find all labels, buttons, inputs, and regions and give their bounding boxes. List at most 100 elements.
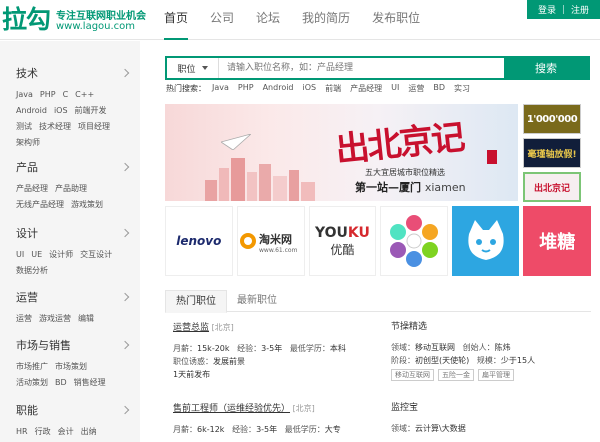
category-link[interactable]: 销售经理 bbox=[74, 375, 106, 391]
category-link[interactable]: 设计师 bbox=[49, 247, 73, 263]
company-logo-duitang[interactable]: 堆糖 bbox=[523, 206, 592, 276]
category-link[interactable]: 市场推广 bbox=[16, 359, 48, 375]
category-link[interactable]: 产品助理 bbox=[55, 181, 87, 197]
category-title[interactable]: 产品 bbox=[16, 161, 130, 175]
hot-search-link[interactable]: UI bbox=[391, 83, 399, 94]
category-link[interactable]: 活动策划 bbox=[16, 375, 48, 391]
category-link[interactable]: 行政 bbox=[35, 424, 51, 440]
category-link[interactable]: 游戏运营 bbox=[39, 311, 71, 327]
category-link[interactable]: 产品经理 bbox=[16, 181, 48, 197]
category-title[interactable]: 运营 bbox=[16, 291, 130, 305]
company-field: 移动互联网 bbox=[415, 343, 455, 352]
company-tag: 五险一金 bbox=[438, 369, 474, 381]
category-link[interactable]: iOS bbox=[54, 103, 68, 119]
tab-latest-jobs[interactable]: 最新职位 bbox=[227, 290, 287, 312]
company-logo-lenovo[interactable]: lenovo bbox=[165, 206, 233, 276]
category-link[interactable]: 出纳 bbox=[81, 424, 97, 440]
youku-wordmark: YOUKU bbox=[315, 225, 370, 241]
job-title-link[interactable]: 售前工程师（运维经验优先） bbox=[173, 404, 290, 414]
auth-separator: | bbox=[561, 4, 566, 15]
taomi-name: 淘米网 bbox=[259, 232, 292, 246]
banner-thumb[interactable]: 毫瑾轴放假! bbox=[523, 138, 581, 168]
category-link[interactable]: 技术经理 bbox=[39, 119, 71, 135]
category-title[interactable]: 职能 bbox=[16, 404, 130, 418]
youku-cn: 优酷 bbox=[330, 242, 355, 257]
category-link[interactable]: 市场策划 bbox=[55, 359, 87, 375]
logo-mark: 拉勾 bbox=[2, 5, 51, 34]
category-link[interactable]: 运营 bbox=[16, 311, 32, 327]
category-link[interactable]: 测试 bbox=[16, 119, 32, 135]
hot-search-link[interactable]: PHP bbox=[238, 83, 254, 94]
job-tabs: 热门职位 最新职位 bbox=[165, 290, 591, 313]
category-link[interactable]: 编辑 bbox=[78, 311, 94, 327]
nav-forum[interactable]: 论坛 bbox=[256, 0, 280, 40]
banner-thumb[interactable]: 出北京记 bbox=[523, 172, 581, 202]
promo-banner[interactable]: 出北京记 五大宜居城市职位精选 第一站—厦门 xiamen bbox=[165, 104, 518, 201]
hot-search-link[interactable]: 实习 bbox=[454, 83, 470, 94]
category-link[interactable]: 无线产品经理 bbox=[16, 197, 64, 213]
category-link[interactable]: PHP bbox=[40, 87, 56, 103]
register-link[interactable]: 注册 bbox=[571, 3, 589, 16]
category-link[interactable]: 数据分析 bbox=[16, 263, 48, 279]
company-logo-youku[interactable]: YOUKU 优酷 bbox=[308, 206, 377, 276]
field-label: 领域： bbox=[391, 343, 415, 352]
category-link[interactable]: 架构师 bbox=[16, 135, 40, 151]
company-logo-flower[interactable] bbox=[380, 206, 448, 276]
company-stage: 初创型(天使轮) bbox=[415, 356, 470, 365]
category-link[interactable]: C bbox=[63, 87, 69, 103]
lagou-logo[interactable]: 拉勾 专注互联网职业机会 www.lagou.com bbox=[2, 4, 162, 36]
company-name[interactable]: 监控宝 bbox=[391, 402, 466, 415]
banner-thumbnails: 1'000'000 毫瑾轴放假! 出北京记 bbox=[523, 104, 581, 206]
experience-label: 经验： bbox=[237, 344, 262, 353]
hot-search-link[interactable]: Java bbox=[212, 83, 229, 94]
search-type-select[interactable]: 职位 bbox=[167, 58, 219, 78]
company-size: 少于15人 bbox=[500, 356, 536, 365]
hot-search-link[interactable]: 运营 bbox=[408, 83, 424, 94]
category-link[interactable]: Android bbox=[16, 103, 47, 119]
category-link[interactable]: 游戏策划 bbox=[71, 197, 103, 213]
job-title-link[interactable]: 运营总监 bbox=[173, 323, 209, 333]
category-link[interactable]: 会计 bbox=[58, 424, 74, 440]
company-name[interactable]: 节操精选 bbox=[391, 321, 535, 334]
salary-label: 月薪： bbox=[173, 344, 197, 353]
category-link[interactable]: Java bbox=[16, 87, 33, 103]
hot-search-link[interactable]: Android bbox=[263, 83, 294, 94]
tab-hot-jobs[interactable]: 热门职位 bbox=[165, 290, 227, 313]
nav-my-resume[interactable]: 我的简历 bbox=[302, 0, 350, 40]
job-requirements: 月薪：6k-12k 经验：3-5年 最低学历：大专 bbox=[173, 423, 341, 436]
company-founder: 陈炜 bbox=[494, 343, 511, 352]
nav-post-job[interactable]: 发布职位 bbox=[372, 0, 420, 40]
category-link[interactable]: BD bbox=[55, 375, 67, 391]
login-link[interactable]: 登录 bbox=[538, 3, 556, 16]
flower-logo-icon bbox=[390, 215, 439, 267]
hot-search-link[interactable]: iOS bbox=[303, 83, 317, 94]
education-label: 最低学历： bbox=[284, 425, 325, 434]
job-heading: 运营总监 [北京] bbox=[173, 321, 346, 335]
category-tech: 技术 Java PHP C C++ Android iOS 前端开发 测试 技术… bbox=[16, 67, 130, 151]
company-logo-taomi[interactable]: 淘米网 www.61.com bbox=[236, 206, 305, 276]
search-input[interactable] bbox=[219, 58, 504, 78]
category-link[interactable]: 前端开发 bbox=[75, 103, 107, 119]
hot-search-link[interactable]: 前端 bbox=[325, 83, 341, 94]
category-link[interactable]: UE bbox=[31, 247, 42, 263]
skyline-illustration bbox=[205, 158, 315, 201]
job-salary: 6k-12k bbox=[197, 425, 225, 434]
banner-thumb[interactable]: 1'000'000 bbox=[523, 104, 581, 134]
category-title[interactable]: 市场与销售 bbox=[16, 339, 130, 353]
nav-home[interactable]: 首页 bbox=[164, 0, 189, 40]
hot-search-link[interactable]: BD bbox=[433, 83, 445, 94]
category-link[interactable]: HR bbox=[16, 424, 28, 440]
auth-bar: 登录 | 注册 bbox=[527, 0, 600, 19]
category-link[interactable]: 交互设计 bbox=[80, 247, 112, 263]
category-title[interactable]: 技术 bbox=[16, 67, 130, 81]
category-link[interactable]: 项目经理 bbox=[78, 119, 110, 135]
nav-companies[interactable]: 公司 bbox=[210, 0, 234, 40]
category-title[interactable]: 设计 bbox=[16, 227, 130, 241]
category-link[interactable]: C++ bbox=[75, 87, 94, 103]
company-logo-cat[interactable] bbox=[451, 206, 520, 276]
hot-search-link[interactable]: 产品经理 bbox=[350, 83, 382, 94]
search-button[interactable]: 搜索 bbox=[504, 58, 588, 78]
category-links: UI UE 设计师 交互设计 数据分析 bbox=[16, 247, 130, 279]
category-link[interactable]: UI bbox=[16, 247, 24, 263]
job-perks-value: 发展前景 bbox=[213, 357, 245, 366]
